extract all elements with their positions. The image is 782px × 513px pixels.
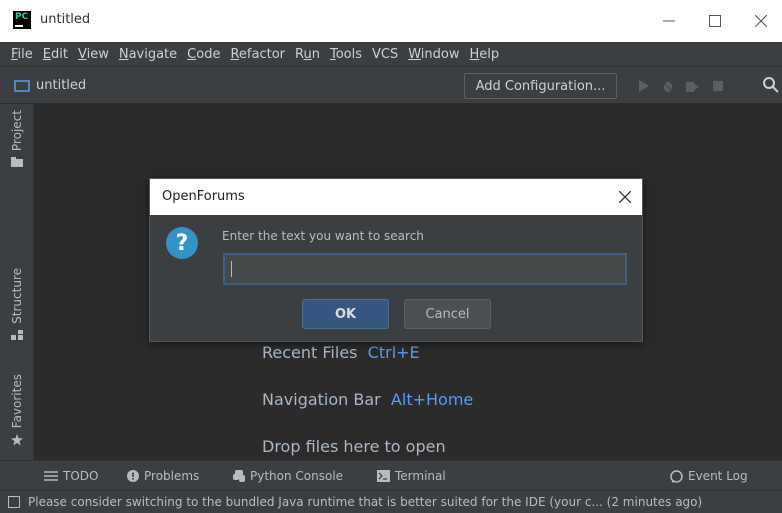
drop-files-hint: Drop files here to open: [262, 437, 446, 456]
navigation-toolbar: untitled Add Configuration...: [0, 66, 782, 104]
question-icon: ?: [166, 227, 198, 259]
menu-help[interactable]: Help: [465, 47, 505, 62]
navigation-bar-shortcut: Alt+Home: [390, 390, 474, 409]
menu-navigate[interactable]: Navigate: [114, 47, 182, 62]
menu-refactor[interactable]: Refactor: [225, 47, 290, 62]
menu-view[interactable]: View: [73, 47, 114, 62]
open-forums-dialog: OpenForums ? Enter the text you want to …: [149, 178, 643, 342]
minimize-button[interactable]: [646, 0, 692, 42]
folder-icon: [11, 157, 23, 168]
python-icon: [233, 470, 245, 482]
menu-vcs[interactable]: VCS: [367, 47, 403, 62]
structure-tool-tab[interactable]: Structure: [0, 268, 34, 340]
menu-window[interactable]: Window: [403, 47, 464, 62]
menu-file[interactable]: File: [6, 47, 38, 62]
left-tool-stripe: Project Structure Favorites: [0, 104, 34, 460]
status-message[interactable]: Please consider switching to the bundled…: [28, 495, 702, 509]
project-folder-icon: [14, 80, 30, 92]
dialog-title-bar[interactable]: OpenForums: [150, 179, 642, 215]
menu-bar: File Edit View Navigate Code Refactor Ru…: [0, 42, 782, 66]
run-with-coverage-icon[interactable]: [684, 78, 700, 94]
star-icon: [11, 434, 23, 446]
dialog-prompt: Enter the text you want to search: [222, 229, 424, 243]
recent-files-hint: Recent Files Ctrl+E: [262, 343, 420, 362]
window-title: untitled: [40, 12, 91, 27]
python-console-tab[interactable]: Python Console: [233, 461, 343, 491]
event-log-icon: [670, 469, 683, 483]
search-text-input[interactable]: [223, 253, 627, 285]
bottom-tool-stripe: TODO Problems Python Console Terminal Ev…: [0, 460, 782, 490]
menu-edit[interactable]: Edit: [38, 47, 73, 62]
menu-code[interactable]: Code: [182, 47, 225, 62]
tool-windows-toggle-icon[interactable]: [8, 496, 20, 508]
terminal-icon: [377, 470, 390, 482]
problems-icon: [127, 470, 139, 482]
favorites-tool-tab[interactable]: Favorites: [0, 374, 34, 446]
search-everywhere-icon[interactable]: [762, 76, 780, 94]
minimize-icon: [663, 20, 675, 22]
navigation-bar-hint: Navigation Bar Alt+Home: [262, 390, 474, 409]
project-breadcrumb[interactable]: untitled: [36, 78, 86, 93]
event-log-tab[interactable]: Event Log: [670, 461, 748, 491]
title-bar: PC untitled: [0, 0, 782, 42]
close-window-button[interactable]: [738, 0, 782, 42]
menu-tools[interactable]: Tools: [325, 47, 367, 62]
pycharm-logo-icon: PC: [13, 11, 31, 29]
problems-tab[interactable]: Problems: [127, 461, 199, 491]
stop-icon[interactable]: [710, 78, 726, 94]
close-icon: [755, 15, 767, 27]
todo-list-icon: [44, 471, 58, 481]
add-configuration-button[interactable]: Add Configuration...: [464, 73, 617, 99]
cancel-button[interactable]: Cancel: [404, 299, 491, 329]
menu-run[interactable]: Run: [290, 47, 325, 62]
maximize-icon: [709, 15, 721, 27]
run-icon[interactable]: [636, 78, 652, 94]
structure-icon: [11, 329, 23, 340]
todo-tab[interactable]: TODO: [44, 461, 98, 491]
text-caret: [231, 261, 232, 277]
debug-icon[interactable]: [660, 78, 676, 94]
ok-button[interactable]: OK: [302, 299, 389, 329]
maximize-button[interactable]: [692, 0, 738, 42]
project-tool-tab[interactable]: Project: [0, 110, 34, 168]
close-icon: [619, 191, 631, 203]
dialog-title: OpenForums: [162, 189, 245, 204]
dialog-close-button[interactable]: [608, 179, 642, 215]
recent-files-shortcut: Ctrl+E: [367, 343, 420, 362]
terminal-tab[interactable]: Terminal: [377, 461, 446, 491]
status-bar: Please consider switching to the bundled…: [0, 490, 782, 513]
